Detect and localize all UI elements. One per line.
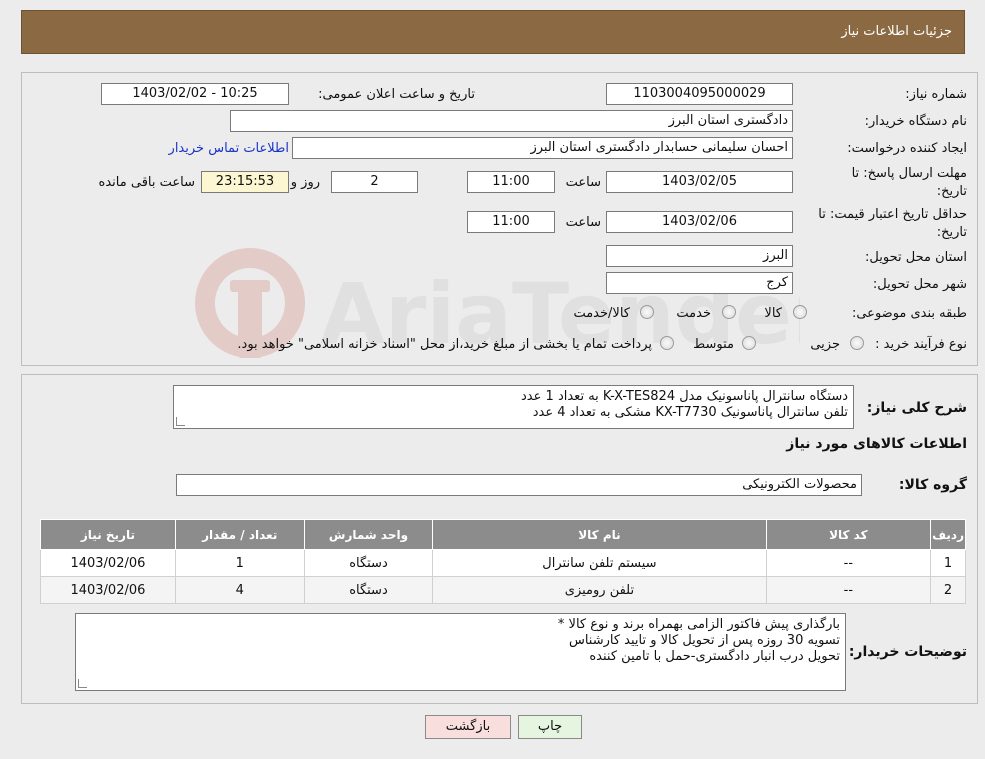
- buyer-notes-line-2: تسویه 30 روزه پس از تحویل کالا و تایید ک…: [568, 633, 840, 648]
- cell-row-number: 1: [930, 549, 966, 577]
- remaining-time-label: ساعت باقی مانده: [98, 175, 195, 190]
- reply-deadline-label: مهلت ارسال پاسخ: تا: [851, 166, 967, 181]
- description-textarea[interactable]: دستگاه سانترال پاناسونیک مدل K-X-TES824 …: [173, 385, 854, 429]
- items-table: ردیف کد کالا نام کالا واحد شمارش تعداد /…: [40, 519, 966, 604]
- table-row: 2 -- تلفن رومیزی دستگاه 4 1403/02/06: [40, 576, 966, 604]
- buyer-org-label: نام دستگاه خریدار:: [864, 114, 967, 129]
- description-line-1: دستگاه سانترال پاناسونیک مدل K-X-TES824 …: [521, 389, 848, 404]
- purchase-option-minor: جزیی: [810, 337, 840, 352]
- province-label: استان محل تحویل:: [865, 250, 967, 265]
- days-remaining-field: 2: [331, 171, 418, 193]
- purchase-radio-medium[interactable]: [742, 336, 756, 350]
- cell-need-date: 1403/02/06: [40, 549, 176, 577]
- cell-need-date: 1403/02/06: [40, 576, 176, 604]
- cell-item-code: --: [765, 549, 932, 577]
- cell-unit: دستگاه: [303, 549, 434, 577]
- col-header-item-name: نام کالا: [432, 519, 767, 550]
- purchase-radio-minor[interactable]: [850, 336, 864, 350]
- back-button[interactable]: بازگشت: [425, 715, 511, 739]
- buyer-notes-line-1: بارگذاری پیش فاکتور الزامی بهمراه برند و…: [557, 617, 840, 632]
- cell-row-number: 2: [930, 576, 966, 604]
- resize-grip-icon[interactable]: [176, 417, 185, 426]
- goods-section-title: اطلاعات کالاهای مورد نیاز: [786, 436, 967, 452]
- col-header-item-code: کد کالا: [765, 519, 932, 550]
- need-number-label: شماره نیاز:: [905, 87, 967, 102]
- price-validity-time-field: 11:00: [467, 211, 555, 233]
- reply-time-label: ساعت: [565, 175, 601, 190]
- purchase-radio-treasury[interactable]: [660, 336, 674, 350]
- cell-unit: دستگاه: [303, 576, 434, 604]
- province-field: البرز: [606, 245, 793, 267]
- buyer-org-field: دادگستری استان البرز: [230, 110, 793, 132]
- remaining-time-field: 23:15:53: [201, 171, 289, 193]
- buyer-notes-label: توضیحات خریدار:: [848, 644, 967, 660]
- purchase-type-label: نوع فرآیند خرید :: [875, 337, 967, 352]
- price-validity-label: حداقل تاریخ اعتبار قیمت: تا: [818, 207, 967, 222]
- days-label: روز و: [290, 175, 320, 190]
- description-line-2: تلفن سانترال پاناسونیک KX-T7730 مشکی به …: [532, 405, 848, 420]
- page-header: جزئیات اطلاعات نیاز: [21, 10, 965, 54]
- category-label: طبقه بندی موضوعی:: [851, 306, 967, 321]
- col-header-unit: واحد شمارش: [303, 519, 434, 550]
- cell-item-name: تلفن رومیزی: [432, 576, 767, 604]
- goods-group-field: محصولات الکترونیکی: [176, 474, 862, 496]
- creator-field: احسان سلیمانی حسابدار دادگستری استان الب…: [292, 137, 793, 159]
- cell-item-code: --: [765, 576, 932, 604]
- price-validity-date-field: 1403/02/06: [606, 211, 793, 233]
- print-button[interactable]: چاپ: [518, 715, 582, 739]
- category-radio-service[interactable]: [722, 305, 736, 319]
- category-option-goods: کالا: [764, 306, 782, 321]
- purchase-option-medium: متوسط: [693, 337, 734, 352]
- announce-datetime-field: 1403/02/02 - 10:25: [101, 83, 289, 105]
- goods-group-label: گروه کالا:: [898, 477, 967, 493]
- cell-quantity: 4: [174, 576, 305, 604]
- reply-time-field: 11:00: [467, 171, 555, 193]
- description-label: شرح کلی نیاز:: [866, 400, 967, 416]
- table-row: 1 -- سیستم تلفن سانترال دستگاه 1 1403/02…: [40, 549, 966, 577]
- category-radio-goods-service[interactable]: [640, 305, 654, 319]
- price-validity-label-date: تاریخ:: [936, 225, 967, 240]
- buyer-contact-link[interactable]: اطلاعات تماس خریدار: [169, 141, 289, 156]
- col-header-row-number: ردیف: [930, 519, 966, 550]
- buyer-notes-textarea[interactable]: بارگذاری پیش فاکتور الزامی بهمراه برند و…: [75, 613, 846, 691]
- category-radio-goods[interactable]: [793, 305, 807, 319]
- need-number-field: 1103004095000029: [606, 83, 793, 105]
- category-option-goods-service: کالا/خدمت: [573, 306, 630, 321]
- price-validity-time-label: ساعت: [565, 215, 601, 230]
- col-header-need-date: تاریخ نیاز: [40, 519, 176, 550]
- category-option-service: خدمت: [676, 306, 711, 321]
- cell-item-name: سیستم تلفن سانترال: [432, 549, 767, 577]
- creator-label: ایجاد کننده درخواست:: [847, 141, 967, 156]
- announce-datetime-label: تاریخ و ساعت اعلان عمومی:: [318, 87, 475, 102]
- table-header-row: ردیف کد کالا نام کالا واحد شمارش تعداد /…: [40, 519, 966, 550]
- page-title: جزئیات اطلاعات نیاز: [841, 24, 952, 39]
- city-field: کرج: [606, 272, 793, 294]
- col-header-quantity: تعداد / مقدار: [174, 519, 305, 550]
- reply-date-field: 1403/02/05: [606, 171, 793, 193]
- cell-quantity: 1: [174, 549, 305, 577]
- purchase-treasury-note: پرداخت تمام یا بخشی از مبلغ خرید،از محل …: [237, 337, 652, 352]
- resize-grip-icon[interactable]: [78, 679, 87, 688]
- buyer-notes-line-3: تحویل درب انبار دادگستری-حمل با تامین کن…: [589, 649, 840, 664]
- reply-deadline-label-date: تاریخ:: [936, 184, 967, 199]
- city-label: شهر محل تحویل:: [872, 277, 967, 292]
